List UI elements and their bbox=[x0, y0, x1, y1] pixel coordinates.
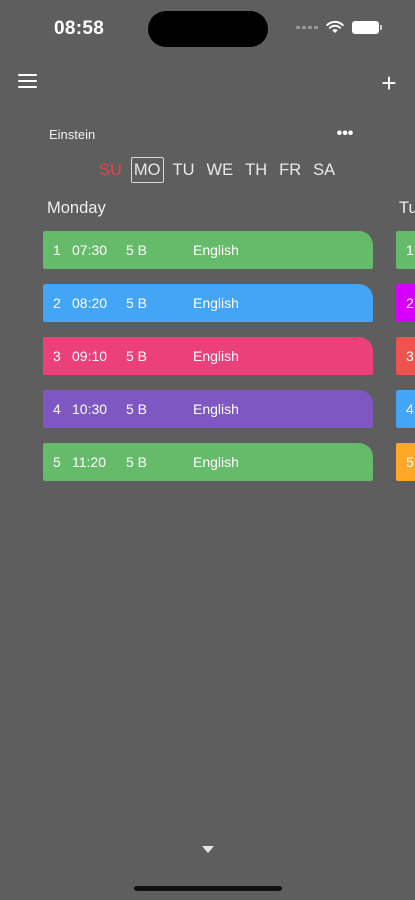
lesson-class: 5 B bbox=[126, 242, 148, 258]
next-day-lesson-number: 1 bbox=[406, 242, 414, 258]
battery-icon bbox=[352, 20, 382, 34]
next-day-lesson-card[interactable]: 3 bbox=[396, 337, 415, 375]
day-chip-mo[interactable]: MO bbox=[130, 157, 164, 183]
status-bar: 08:58 bbox=[0, 0, 415, 56]
next-day-lesson-card[interactable]: 2 bbox=[396, 284, 415, 322]
status-icons bbox=[296, 20, 382, 34]
wifi-icon bbox=[326, 20, 344, 33]
lesson-subject: English bbox=[193, 401, 239, 417]
lesson-class: 5 B bbox=[126, 454, 148, 470]
next-day-lesson-card[interactable]: 5 bbox=[396, 443, 415, 481]
menu-button[interactable] bbox=[18, 74, 38, 92]
day-chip-th[interactable]: TH bbox=[242, 157, 270, 183]
day-chip-we[interactable]: WE bbox=[204, 157, 237, 183]
lesson-number: 5 bbox=[53, 454, 61, 470]
next-day-lesson-number: 4 bbox=[406, 401, 414, 417]
dynamic-island bbox=[148, 11, 268, 47]
next-day-title: Tu bbox=[399, 199, 415, 217]
lesson-subject: English bbox=[193, 242, 239, 258]
lesson-time: 08:20 bbox=[72, 295, 108, 311]
next-day-lesson-card[interactable]: 4 bbox=[396, 390, 415, 428]
next-day-lesson-number: 3 bbox=[406, 348, 414, 364]
day-chip-su[interactable]: SU bbox=[96, 157, 125, 183]
lesson-number: 4 bbox=[53, 401, 61, 417]
toolbar: + bbox=[0, 66, 415, 104]
day-chip-sa[interactable]: SA bbox=[310, 157, 338, 183]
cellular-signal-icon bbox=[296, 25, 318, 29]
lesson-subject: English bbox=[193, 295, 239, 311]
lesson-number: 2 bbox=[53, 295, 61, 311]
expand-button[interactable] bbox=[201, 844, 215, 854]
triangle-down-icon bbox=[202, 846, 214, 853]
lesson-number: 3 bbox=[53, 348, 61, 364]
day-chip-tu[interactable]: TU bbox=[170, 157, 198, 183]
add-button[interactable]: + bbox=[377, 68, 401, 98]
day-title: Monday bbox=[47, 199, 106, 217]
lesson-time: 10:30 bbox=[72, 401, 108, 417]
more-options-button[interactable]: ••• bbox=[334, 124, 356, 144]
lesson-class: 5 B bbox=[126, 295, 148, 311]
lesson-card[interactable]: 5 11:20 5 B English bbox=[43, 443, 373, 481]
lesson-number: 1 bbox=[53, 242, 61, 258]
lesson-card[interactable]: 3 09:10 5 B English bbox=[43, 337, 373, 375]
lesson-time: 09:10 bbox=[72, 348, 108, 364]
next-day-lesson-card[interactable]: 1 bbox=[396, 231, 415, 269]
next-day-lesson-number: 2 bbox=[406, 295, 414, 311]
teacher-name: Einstein bbox=[49, 127, 96, 142]
lesson-time: 11:20 bbox=[72, 454, 106, 470]
day-selector: SU MO TU WE TH FR SA bbox=[96, 157, 344, 183]
lesson-card[interactable]: 4 10:30 5 B English bbox=[43, 390, 373, 428]
next-day-lesson-number: 5 bbox=[406, 454, 414, 470]
day-chip-fr[interactable]: FR bbox=[276, 157, 304, 183]
lesson-card[interactable]: 1 07:30 5 B English bbox=[43, 231, 373, 269]
home-indicator[interactable] bbox=[134, 886, 282, 891]
lesson-card[interactable]: 2 08:20 5 B English bbox=[43, 284, 373, 322]
lesson-subject: English bbox=[193, 454, 239, 470]
hamburger-icon bbox=[18, 74, 37, 76]
lesson-subject: English bbox=[193, 348, 239, 364]
lesson-time: 07:30 bbox=[72, 242, 108, 258]
lesson-class: 5 B bbox=[126, 348, 148, 364]
lesson-class: 5 B bbox=[126, 401, 148, 417]
status-time: 08:58 bbox=[54, 18, 105, 39]
